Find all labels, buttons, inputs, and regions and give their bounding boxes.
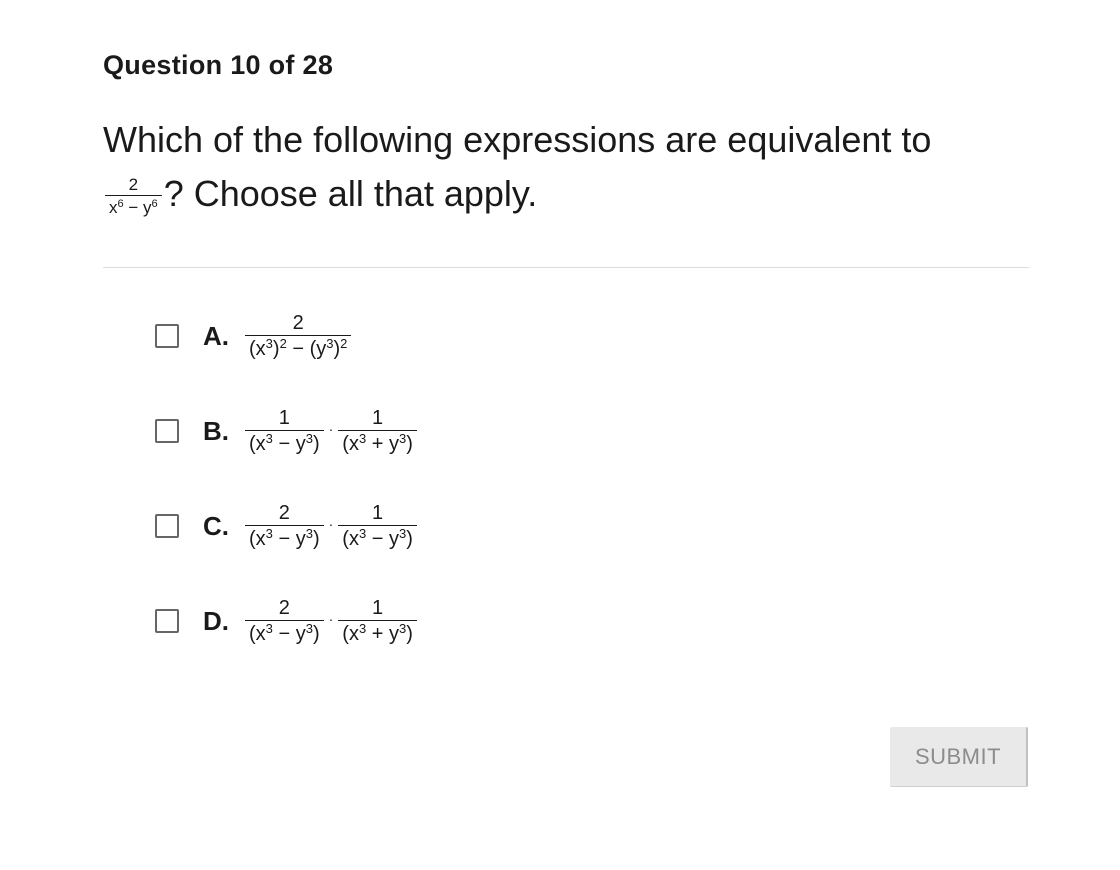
den-part: − y — [272, 433, 306, 455]
option-b[interactable]: B. 1 (x3 − y3) · 1 (x3 + y3) — [155, 408, 419, 454]
fraction-denominator: (x3 − y3) — [338, 525, 417, 549]
option-letter: D. — [203, 605, 229, 636]
question-text-after: ? Choose all that apply. — [163, 173, 538, 214]
den-part: ) — [406, 528, 413, 550]
den-part: + y — [366, 623, 399, 645]
question-fraction-denominator: x6 − y6 — [105, 195, 162, 216]
option-fraction: 1 (x3 + y3) — [338, 598, 417, 644]
option-d[interactable]: D. 2 (x3 − y3) · 1 (x3 + y3) — [155, 598, 419, 644]
den-exponent: 3 — [305, 525, 313, 541]
question-text: Which of the following expressions are e… — [103, 113, 1023, 221]
den-part: − y — [272, 623, 306, 645]
multiply-operator: · — [328, 421, 334, 437]
option-letter: B. — [203, 415, 229, 446]
option-d-expression: 2 (x3 − y3) · 1 (x3 + y3) — [243, 598, 419, 644]
fraction-denominator: (x3 − y3) — [245, 620, 324, 644]
den-part: − y — [272, 528, 306, 550]
fraction-numerator: 2 — [292, 312, 304, 334]
den-exponent: 3 — [326, 335, 334, 351]
den-exponent: 3 — [265, 335, 273, 351]
den-part: − y — [366, 528, 399, 550]
den-part: (x — [342, 623, 359, 645]
option-b-checkbox[interactable] — [155, 419, 179, 443]
fraction-denominator: (x3 − y3) — [245, 525, 324, 549]
den-part: (x — [342, 433, 359, 455]
question-fraction-numerator: 2 — [128, 175, 139, 195]
fraction-numerator: 2 — [278, 502, 290, 524]
option-fraction: 2 (x3 − y3) — [245, 503, 324, 549]
den-part: (x — [249, 338, 266, 360]
fraction-numerator: 1 — [278, 407, 290, 429]
fraction-denominator: (x3 + y3) — [338, 430, 417, 454]
den-part: ) — [312, 623, 320, 645]
fraction-numerator: 1 — [372, 407, 384, 429]
option-fraction: 2 (x3 − y3) — [245, 598, 324, 644]
question-counter: Question 10 of 28 — [103, 50, 334, 80]
option-a-checkbox[interactable] — [155, 324, 179, 348]
den-part: (x — [249, 528, 266, 550]
den-exponent: 6 — [151, 198, 158, 211]
den-part: (x — [342, 528, 359, 550]
option-c[interactable]: C. 2 (x3 − y3) · 1 (x3 − y3) — [155, 503, 419, 549]
den-part: (x — [249, 433, 266, 455]
option-c-expression: 2 (x3 − y3) · 1 (x3 − y3) — [243, 503, 419, 549]
fraction-denominator: (x3 + y3) — [338, 620, 417, 644]
den-part: − y — [123, 198, 152, 218]
den-part: x — [109, 198, 118, 218]
multiply-operator: · — [328, 516, 334, 532]
option-b-expression: 1 (x3 − y3) · 1 (x3 + y3) — [243, 408, 419, 454]
multiply-operator: · — [328, 611, 334, 627]
fraction-numerator: 2 — [278, 597, 290, 619]
fraction-denominator: (x3)2 − (y3)2 — [245, 335, 352, 360]
fraction-numerator: 1 — [372, 502, 384, 524]
option-fraction: 1 (x3 − y3) — [245, 408, 324, 454]
option-c-checkbox[interactable] — [155, 514, 179, 538]
den-exponent: 3 — [265, 525, 273, 541]
den-part: ) — [406, 623, 413, 645]
den-part: ) — [272, 338, 280, 360]
submit-button[interactable]: SUBMIT — [890, 727, 1028, 787]
option-d-checkbox[interactable] — [155, 609, 179, 633]
option-fraction: 2 (x3)2 − (y3)2 — [245, 312, 352, 360]
den-part: − (y — [286, 338, 327, 360]
fraction-denominator: (x3 − y3) — [245, 430, 324, 454]
option-a[interactable]: A. 2 (x3)2 − (y3)2 — [155, 313, 353, 359]
question-fraction: 2 x6 − y6 — [105, 176, 162, 216]
option-letter: A. — [203, 320, 229, 351]
den-exponent: 3 — [305, 430, 313, 446]
den-part: + y — [366, 433, 399, 455]
question-text-before: Which of the following expressions are e… — [103, 119, 932, 160]
fraction-numerator: 1 — [372, 597, 384, 619]
den-part: ) — [312, 528, 320, 550]
den-exponent: 2 — [279, 335, 287, 351]
den-part: (x — [249, 623, 266, 645]
den-exponent: 2 — [340, 335, 348, 351]
option-fraction: 1 (x3 − y3) — [338, 503, 417, 549]
divider — [103, 267, 1029, 268]
den-exponent: 3 — [265, 430, 273, 446]
den-part: ) — [406, 433, 413, 455]
option-a-expression: 2 (x3)2 − (y3)2 — [243, 313, 353, 359]
den-part: ) — [312, 433, 320, 455]
den-exponent: 3 — [305, 620, 313, 636]
option-fraction: 1 (x3 + y3) — [338, 408, 417, 454]
den-exponent: 3 — [265, 620, 273, 636]
option-letter: C. — [203, 510, 229, 541]
